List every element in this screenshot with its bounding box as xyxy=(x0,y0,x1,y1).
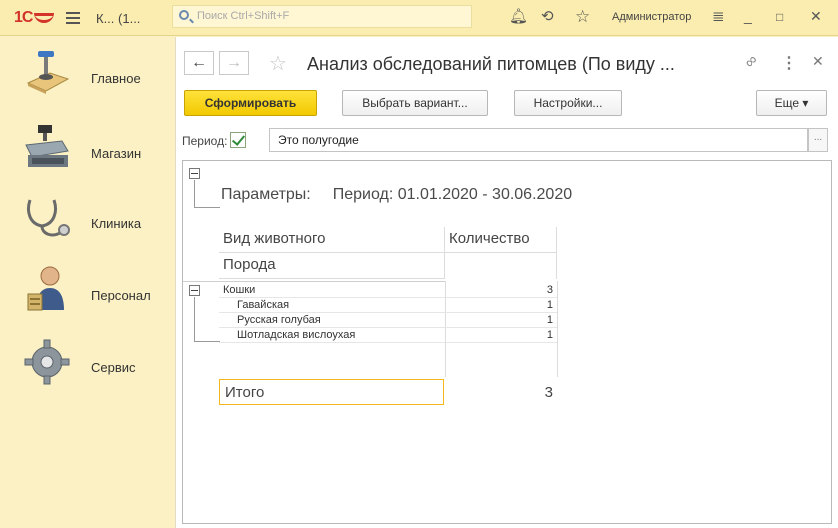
gear-icon xyxy=(24,339,70,385)
period-select-button[interactable]: ... xyxy=(808,128,828,152)
sidebar-item-label: Клиника xyxy=(91,216,142,231)
search-input[interactable]: Поиск Ctrl+Shift+F xyxy=(172,5,472,28)
menu-icon[interactable]: ≣ xyxy=(712,9,725,25)
link-icon[interactable]: ∞ xyxy=(741,52,762,73)
settings-button[interactable]: Настройки... xyxy=(514,90,622,116)
sidebar-item-staff[interactable]: Персонал xyxy=(0,262,175,322)
table-row-label: Гавайская xyxy=(237,299,290,311)
collapse-group-icon[interactable] xyxy=(189,285,200,296)
minimize-icon[interactable]: _ xyxy=(744,8,752,24)
table-row-count: 1 xyxy=(546,314,553,326)
hamburger-menu-icon[interactable] xyxy=(66,12,80,24)
more-button[interactable]: Еще ▾ xyxy=(756,90,827,116)
close-form-icon[interactable]: ✕ xyxy=(812,53,824,70)
app-title[interactable]: К... (1... xyxy=(96,11,140,26)
total-label: Итого xyxy=(225,384,265,401)
report-parameters: Параметры: Период: 01.01.2020 - 30.06.202… xyxy=(221,186,572,204)
forward-button[interactable]: → xyxy=(219,51,249,75)
sidebar-item-clinic[interactable]: Клиника xyxy=(0,192,175,252)
sidebar-item-main[interactable]: Главное xyxy=(0,47,175,107)
form-title: Анализ обследований питомцев (По виду ..… xyxy=(307,54,675,74)
choose-variant-button[interactable]: Выбрать вариант... xyxy=(342,90,488,116)
header-count: Количество xyxy=(445,227,557,253)
favorite-star-icon[interactable]: ☆ xyxy=(269,51,287,76)
sidebar-item-label: Магазин xyxy=(91,146,142,161)
params-value: Период: 01.01.2020 - 30.06.2020 xyxy=(332,186,573,203)
search-icon xyxy=(179,10,189,20)
sidebar-item-label: Главное xyxy=(91,71,141,86)
user-name[interactable]: Администратор xyxy=(612,11,691,23)
search-placeholder: Поиск Ctrl+Shift+F xyxy=(197,10,290,22)
group-count: 3 xyxy=(546,284,553,296)
generate-button[interactable]: Сформировать xyxy=(184,90,317,116)
table-row-label: Шотладская вислоухая xyxy=(237,329,356,341)
sidebar-item-label: Сервис xyxy=(91,360,136,375)
header-breed: Порода xyxy=(219,253,445,279)
report-form: ← → ☆ Анализ обследований питомцев (По в… xyxy=(175,37,838,528)
main-icon xyxy=(26,51,70,94)
history-icon[interactable]: ⟲ xyxy=(541,9,554,25)
maximize-icon[interactable]: □ xyxy=(776,10,783,24)
total-count: 3 xyxy=(544,384,553,401)
sidebar-item-label: Персонал xyxy=(91,288,151,303)
more-actions-icon[interactable]: ⋮ xyxy=(781,53,797,73)
collapse-params-icon[interactable] xyxy=(189,168,200,179)
table-row-count: 1 xyxy=(546,329,553,341)
stethoscope-icon xyxy=(27,199,70,237)
header-animal-type: Вид животного xyxy=(219,227,445,253)
sidebar-item-service[interactable]: Сервис xyxy=(0,335,175,395)
table-row-count: 1 xyxy=(546,299,553,311)
back-button[interactable]: ← xyxy=(184,51,214,75)
period-field[interactable]: Это полугодие xyxy=(269,128,808,152)
table-row-label: Русская голубая xyxy=(237,314,321,326)
logo-text: 1С xyxy=(14,9,33,26)
group-label: Кошки xyxy=(223,284,256,296)
sidebar-item-shop[interactable]: Магазин xyxy=(0,121,175,181)
close-icon[interactable]: ✕ xyxy=(810,8,822,25)
period-checkbox[interactable] xyxy=(230,132,246,148)
top-bar: 1С К... (1... Поиск Ctrl+Shift+F 🔔︎ ⟲ ☆ … xyxy=(0,0,838,36)
params-label: Параметры: xyxy=(221,186,311,203)
app-logo[interactable]: 1С xyxy=(14,9,55,27)
bell-icon[interactable]: 🔔︎ xyxy=(509,9,528,25)
cash-register-icon xyxy=(25,125,69,167)
period-label: Период: xyxy=(182,134,228,148)
sidebar: Главное Магазин Клиника Персонал Сервис xyxy=(0,37,175,528)
staff-icon xyxy=(27,266,64,311)
star-icon[interactable]: ☆ xyxy=(575,8,590,25)
header-empty-cell xyxy=(445,253,557,279)
report-spreadsheet[interactable]: Параметры: Период: 01.01.2020 - 30.06.202… xyxy=(182,160,832,524)
